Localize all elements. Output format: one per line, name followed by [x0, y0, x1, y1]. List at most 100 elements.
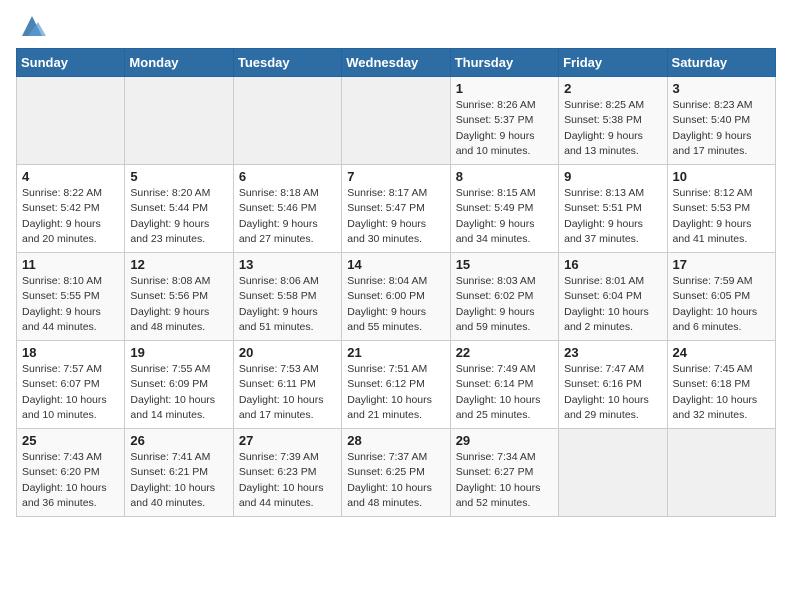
day-info: Sunrise: 8:12 AM Sunset: 5:53 PM Dayligh…: [673, 186, 770, 247]
day-number: 16: [564, 257, 661, 272]
calendar-cell: 17 Sunrise: 7:59 AM Sunset: 6:05 PM Dayli…: [667, 253, 775, 341]
calendar-cell: [559, 429, 667, 517]
day-number: 9: [564, 169, 661, 184]
calendar-cell: 3 Sunrise: 8:23 AM Sunset: 5:40 PM Daylig…: [667, 77, 775, 165]
day-info: Sunrise: 7:39 AM Sunset: 6:23 PM Dayligh…: [239, 450, 336, 511]
day-info: Sunrise: 8:20 AM Sunset: 5:44 PM Dayligh…: [130, 186, 227, 247]
calendar-cell: 23 Sunrise: 7:47 AM Sunset: 6:16 PM Dayli…: [559, 341, 667, 429]
day-number: 13: [239, 257, 336, 272]
calendar-cell: 7 Sunrise: 8:17 AM Sunset: 5:47 PM Daylig…: [342, 165, 450, 253]
day-number: 20: [239, 345, 336, 360]
weekday-header-tuesday: Tuesday: [233, 49, 341, 77]
calendar-cell: 20Sunrise: 7:53 AM Sunset: 6:11 PM Dayli…: [233, 341, 341, 429]
day-number: 29: [456, 433, 553, 448]
calendar-week-0: 1 Sunrise: 8:26 AM Sunset: 5:37 PM Daylig…: [17, 77, 776, 165]
calendar-cell: 22 Sunrise: 7:49 AM Sunset: 6:14 PM Dayli…: [450, 341, 558, 429]
page-header: [16, 16, 776, 40]
calendar-cell: 9 Sunrise: 8:13 AM Sunset: 5:51 PM Daylig…: [559, 165, 667, 253]
day-number: 15: [456, 257, 553, 272]
calendar-cell: 18 Sunrise: 7:57 AM Sunset: 6:07 PM Dayli…: [17, 341, 125, 429]
day-info: Sunrise: 7:49 AM Sunset: 6:14 PM Dayligh…: [456, 362, 553, 423]
day-number: 26: [130, 433, 227, 448]
calendar-cell: [125, 77, 233, 165]
day-number: 8: [456, 169, 553, 184]
calendar-cell: 2 Sunrise: 8:25 AM Sunset: 5:38 PM Daylig…: [559, 77, 667, 165]
day-info: Sunrise: 7:43 AM Sunset: 6:20 PM Dayligh…: [22, 450, 119, 511]
day-number: 5: [130, 169, 227, 184]
day-number: 11: [22, 257, 119, 272]
day-number: 14: [347, 257, 444, 272]
calendar-cell: 14 Sunrise: 8:04 AM Sunset: 6:00 PM Dayli…: [342, 253, 450, 341]
calendar-cell: 4 Sunrise: 8:22 AM Sunset: 5:42 PM Daylig…: [17, 165, 125, 253]
calendar-cell: 1 Sunrise: 8:26 AM Sunset: 5:37 PM Daylig…: [450, 77, 558, 165]
day-info: Sunrise: 7:45 AM Sunset: 6:18 PM Dayligh…: [673, 362, 770, 423]
calendar-table: SundayMondayTuesdayWednesdayThursdayFrid…: [16, 48, 776, 517]
calendar-cell: 25 Sunrise: 7:43 AM Sunset: 6:20 PM Dayli…: [17, 429, 125, 517]
day-number: 27: [239, 433, 336, 448]
day-info: Sunrise: 7:59 AM Sunset: 6:05 PM Dayligh…: [673, 274, 770, 335]
calendar-cell: 19 Sunrise: 7:55 AM Sunset: 6:09 PM Dayli…: [125, 341, 233, 429]
calendar-cell: 15 Sunrise: 8:03 AM Sunset: 6:02 PM Dayli…: [450, 253, 558, 341]
calendar-week-2: 11 Sunrise: 8:10 AM Sunset: 5:55 PM Dayli…: [17, 253, 776, 341]
day-number: 1: [456, 81, 553, 96]
calendar-week-3: 18 Sunrise: 7:57 AM Sunset: 6:07 PM Dayli…: [17, 341, 776, 429]
day-number: 24: [673, 345, 770, 360]
day-info: Sunrise: 8:22 AM Sunset: 5:42 PM Dayligh…: [22, 186, 119, 247]
calendar-cell: 29 Sunrise: 7:34 AM Sunset: 6:27 PM Dayli…: [450, 429, 558, 517]
calendar-cell: [17, 77, 125, 165]
calendar-week-4: 25 Sunrise: 7:43 AM Sunset: 6:20 PM Dayli…: [17, 429, 776, 517]
day-info: Sunrise: 7:57 AM Sunset: 6:07 PM Dayligh…: [22, 362, 119, 423]
calendar-cell: [233, 77, 341, 165]
day-info: Sunrise: 8:26 AM Sunset: 5:37 PM Dayligh…: [456, 98, 553, 159]
logo: [16, 16, 46, 40]
calendar-cell: 21 Sunrise: 7:51 AM Sunset: 6:12 PM Dayli…: [342, 341, 450, 429]
calendar-cell: [342, 77, 450, 165]
day-number: 18: [22, 345, 119, 360]
weekday-header-saturday: Saturday: [667, 49, 775, 77]
calendar-cell: 12Sunrise: 8:08 AM Sunset: 5:56 PM Dayli…: [125, 253, 233, 341]
day-info: Sunrise: 8:18 AM Sunset: 5:46 PM Dayligh…: [239, 186, 336, 247]
day-number: 25: [22, 433, 119, 448]
calendar-cell: 11 Sunrise: 8:10 AM Sunset: 5:55 PM Dayli…: [17, 253, 125, 341]
day-number: 7: [347, 169, 444, 184]
calendar-cell: 5 Sunrise: 8:20 AM Sunset: 5:44 PM Daylig…: [125, 165, 233, 253]
day-info: Sunrise: 8:06 AM Sunset: 5:58 PM Dayligh…: [239, 274, 336, 335]
day-info: Sunrise: 8:04 AM Sunset: 6:00 PM Dayligh…: [347, 274, 444, 335]
day-info: Sunrise: 8:08 AM Sunset: 5:56 PM Dayligh…: [130, 274, 227, 335]
logo-icon: [18, 12, 46, 40]
day-info: Sunrise: 8:17 AM Sunset: 5:47 PM Dayligh…: [347, 186, 444, 247]
day-info: Sunrise: 7:41 AM Sunset: 6:21 PM Dayligh…: [130, 450, 227, 511]
calendar-cell: 6 Sunrise: 8:18 AM Sunset: 5:46 PM Daylig…: [233, 165, 341, 253]
day-info: Sunrise: 8:13 AM Sunset: 5:51 PM Dayligh…: [564, 186, 661, 247]
day-info: Sunrise: 7:55 AM Sunset: 6:09 PM Dayligh…: [130, 362, 227, 423]
weekday-header-thursday: Thursday: [450, 49, 558, 77]
calendar-cell: [667, 429, 775, 517]
calendar-cell: 24 Sunrise: 7:45 AM Sunset: 6:18 PM Dayli…: [667, 341, 775, 429]
calendar-cell: 27 Sunrise: 7:39 AM Sunset: 6:23 PM Dayli…: [233, 429, 341, 517]
calendar-cell: 10 Sunrise: 8:12 AM Sunset: 5:53 PM Dayli…: [667, 165, 775, 253]
day-number: 4: [22, 169, 119, 184]
day-number: 2: [564, 81, 661, 96]
day-number: 21: [347, 345, 444, 360]
weekday-header-monday: Monday: [125, 49, 233, 77]
day-info: Sunrise: 7:37 AM Sunset: 6:25 PM Dayligh…: [347, 450, 444, 511]
day-number: 17: [673, 257, 770, 272]
day-info: Sunrise: 7:51 AM Sunset: 6:12 PM Dayligh…: [347, 362, 444, 423]
day-number: 19: [130, 345, 227, 360]
day-number: 3: [673, 81, 770, 96]
day-number: 10: [673, 169, 770, 184]
day-number: 22: [456, 345, 553, 360]
day-info: Sunrise: 8:03 AM Sunset: 6:02 PM Dayligh…: [456, 274, 553, 335]
weekday-header-friday: Friday: [559, 49, 667, 77]
calendar-week-1: 4 Sunrise: 8:22 AM Sunset: 5:42 PM Daylig…: [17, 165, 776, 253]
day-info: Sunrise: 7:47 AM Sunset: 6:16 PM Dayligh…: [564, 362, 661, 423]
day-info: Sunrise: 8:23 AM Sunset: 5:40 PM Dayligh…: [673, 98, 770, 159]
weekday-header-sunday: Sunday: [17, 49, 125, 77]
day-info: Sunrise: 8:10 AM Sunset: 5:55 PM Dayligh…: [22, 274, 119, 335]
day-info: Sunrise: 7:34 AM Sunset: 6:27 PM Dayligh…: [456, 450, 553, 511]
weekday-header-wednesday: Wednesday: [342, 49, 450, 77]
day-number: 23: [564, 345, 661, 360]
day-info: Sunrise: 8:25 AM Sunset: 5:38 PM Dayligh…: [564, 98, 661, 159]
day-number: 6: [239, 169, 336, 184]
calendar-cell: 8Sunrise: 8:15 AM Sunset: 5:49 PM Daylig…: [450, 165, 558, 253]
